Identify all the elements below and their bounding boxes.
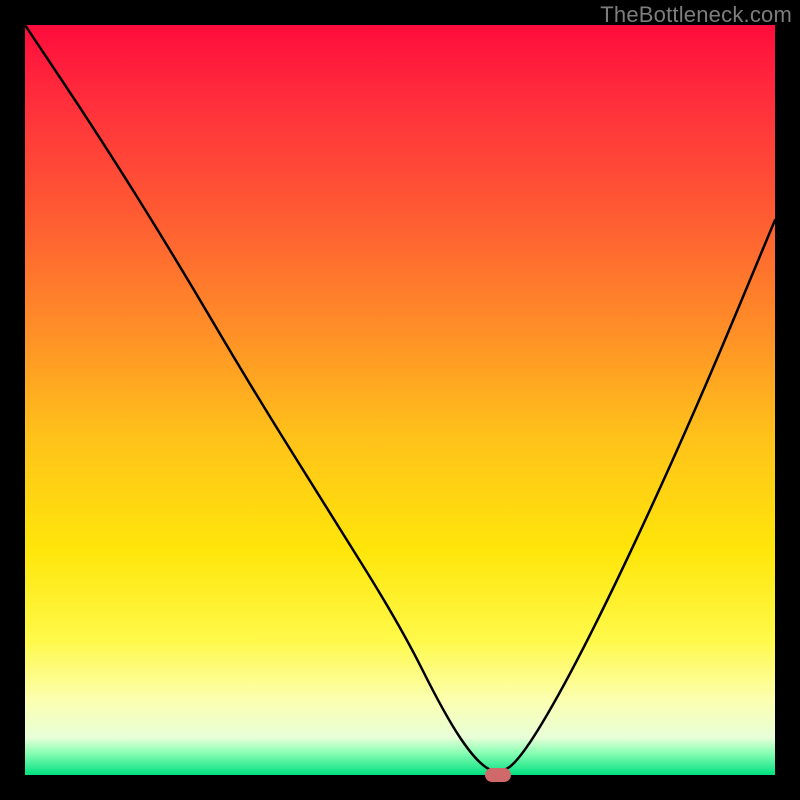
plot-area — [25, 25, 775, 775]
optimal-point-marker — [485, 768, 511, 782]
bottleneck-curve — [25, 25, 775, 775]
chart-frame: TheBottleneck.com — [0, 0, 800, 800]
watermark-text: TheBottleneck.com — [600, 2, 792, 28]
